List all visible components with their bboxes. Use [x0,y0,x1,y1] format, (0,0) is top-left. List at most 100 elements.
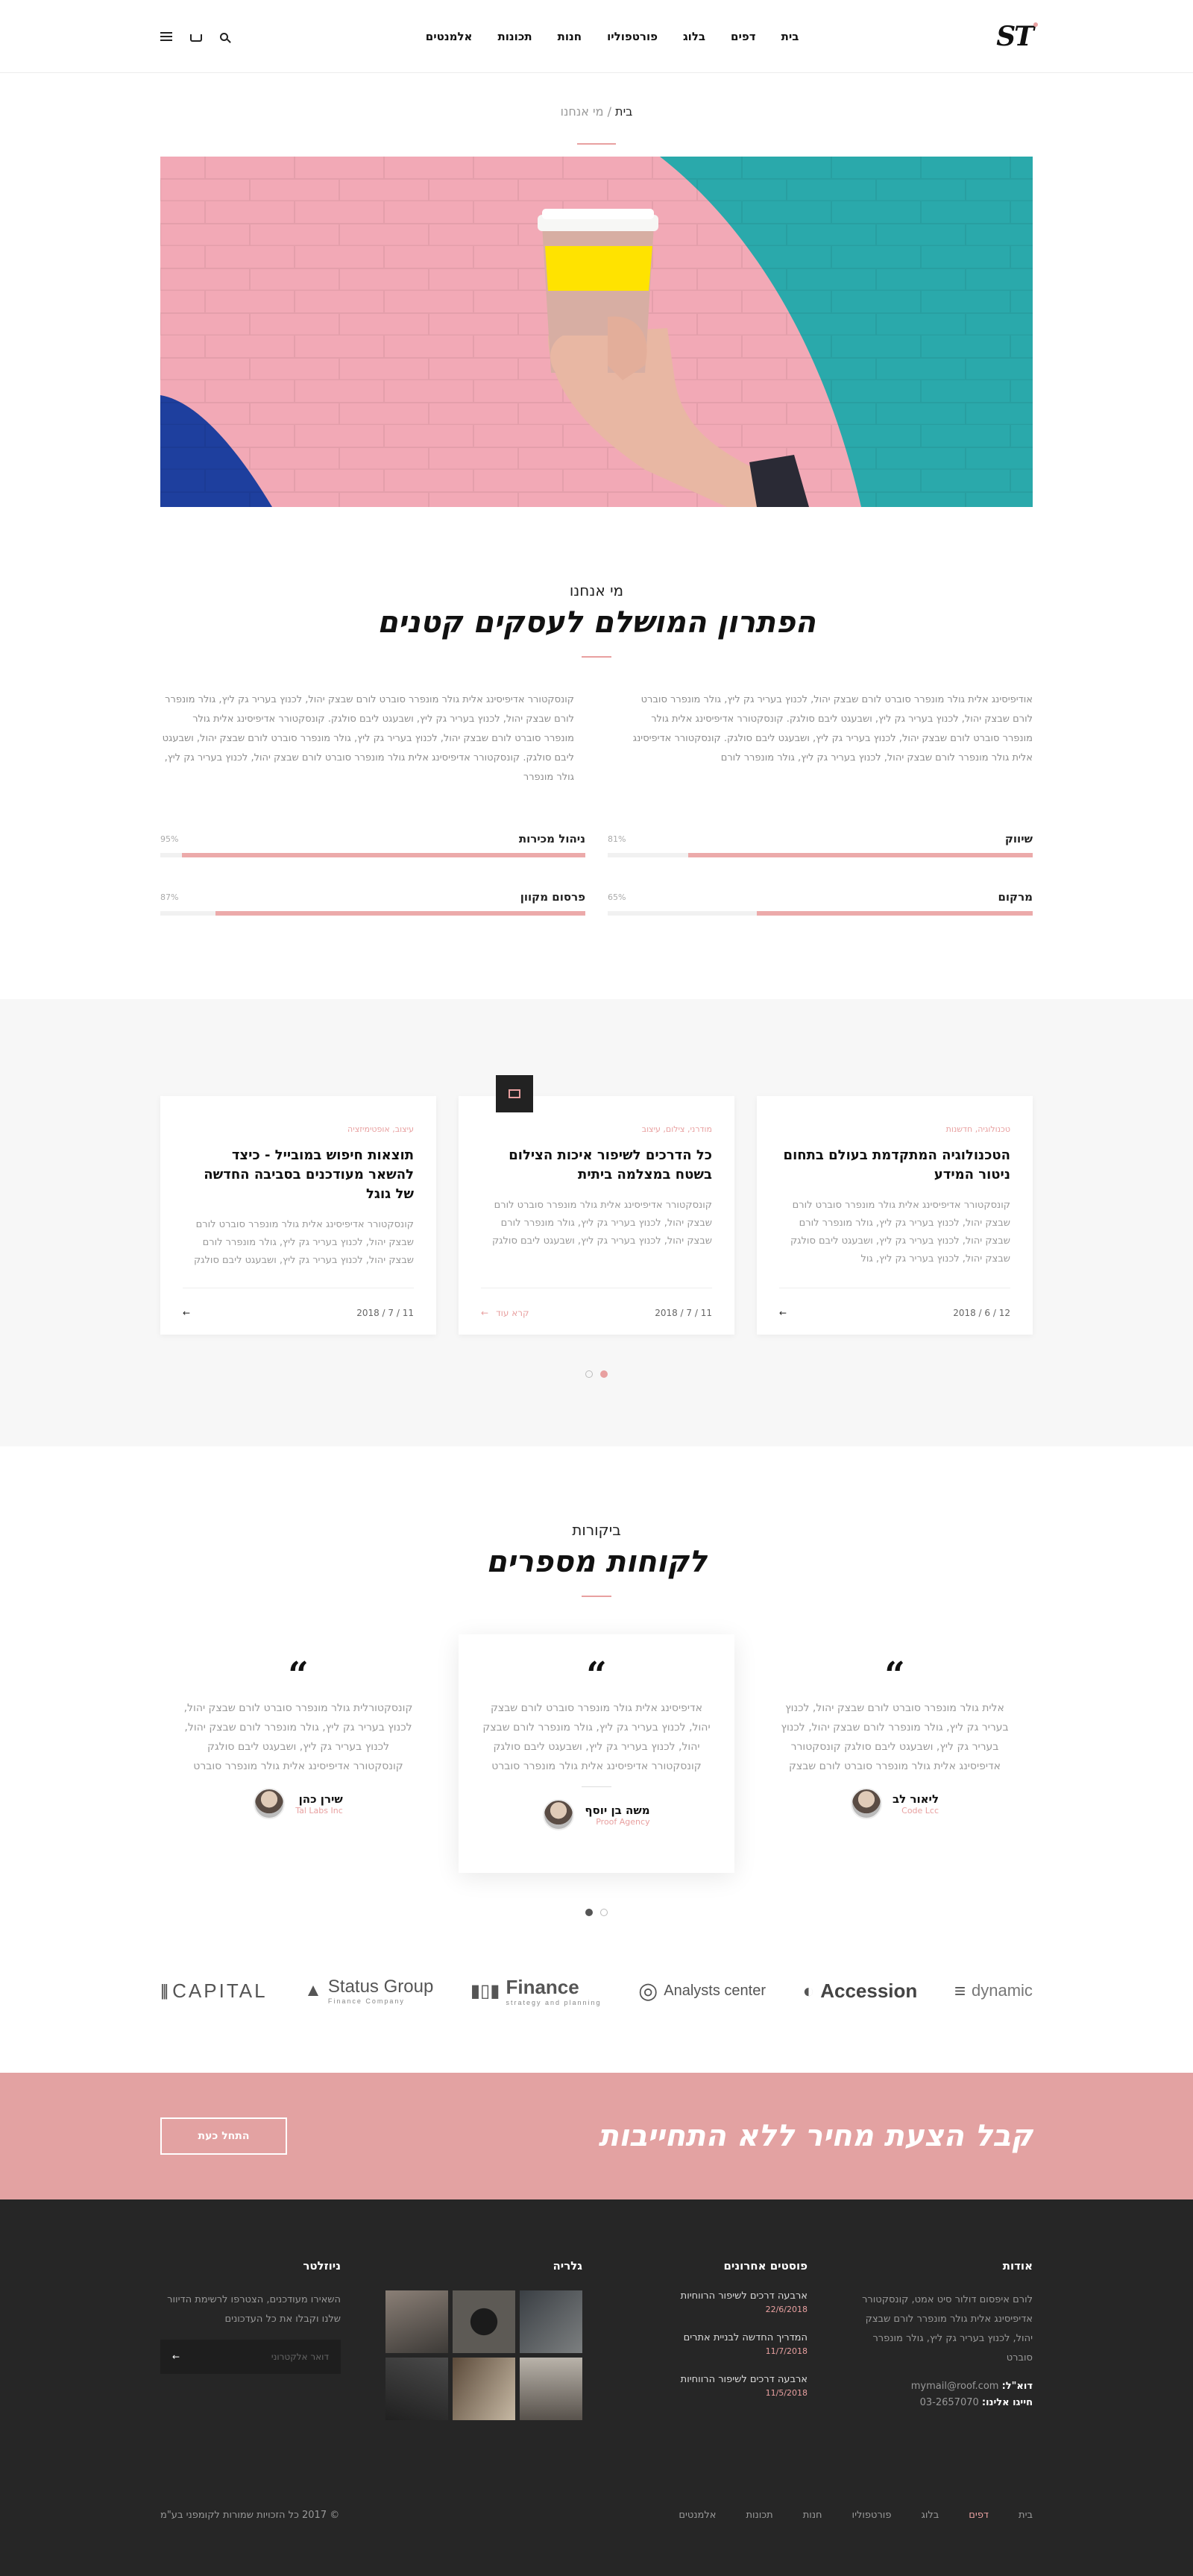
logo-dot [1033,22,1038,27]
cta-button[interactable]: התחל כעת [160,2117,287,2155]
footer-bottom: בית דפים בלוג פורטפוליו חנות תכונות אלמנ… [160,2510,1033,2521]
about-title: הפתרון המושלם לעסקים קטנים [377,605,816,640]
pagination-dot[interactable] [585,1370,593,1378]
hero-illustration [160,157,1033,507]
nav-shop[interactable]: חנות [558,30,582,43]
recent-post[interactable]: המדריך החדשה לבניית אתרים 11/7/2018 [627,2332,808,2356]
gallery-thumb[interactable] [453,2290,515,2353]
about-eyebrow: מי אנחנו [569,582,624,599]
footer-nav-features[interactable]: תכונות [746,2510,772,2521]
gallery-thumb[interactable] [453,2358,515,2420]
footer-nav-elements[interactable]: אלמנטים [679,2510,716,2521]
testimonial-text: אדיפיסינג אלית גולר מונפרר סוברט לורם שב… [482,1702,711,1772]
arrow-left-icon: ← [183,1308,191,1318]
arrow-left-icon: ← [481,1308,489,1318]
avatar [254,1788,286,1819]
nav-portfolio[interactable]: פורטפוליו [607,30,658,43]
testimonials-pagination [0,1909,1193,1916]
logo-subtitle: strategy and planning [506,1998,602,2006]
footer-gallery-title: גלריה [553,2259,582,2273]
recent-post-date: 22/6/2018 [765,2305,808,2314]
hero-image [160,157,1033,507]
skill-bar-fill [215,911,585,916]
gallery-thumb[interactable] [385,2358,448,2420]
newsletter-text: השאירו מעודכנים, הצטרפו לרשימת הדיוור של… [167,2294,341,2325]
gallery-thumb[interactable] [520,2358,582,2420]
chart-bars-icon: ▮▯▮ [470,1980,500,2001]
breadcrumb-home[interactable]: בית [615,104,632,119]
nav-pages[interactable]: דפים [731,30,756,43]
avatar [543,1799,575,1830]
site-logo[interactable]: ST [996,21,1038,52]
breadcrumb: בית / מי אנחנו [0,73,1193,157]
skill-percent: 81% [608,834,626,844]
footer-about-text: לורם איפסום דולור סיט אמט, קונסקטורר אדי… [862,2294,1033,2364]
menu-icon[interactable] [160,32,172,41]
nav-home[interactable]: בית [781,30,799,43]
recent-post[interactable]: ארבעה דרכים לשיפור הרווחיות 11/5/2018 [627,2374,808,2398]
nav-features[interactable]: תכונות [497,30,532,43]
post-title[interactable]: כל הדרכים לשיפור איכות הצילום בשטח במצלמ… [481,1146,712,1185]
footer-nav-home[interactable]: בית [1019,2510,1033,2521]
footer-nav-shop[interactable]: חנות [803,2510,822,2521]
stack-icon: ≡ [954,1979,966,2002]
image-badge [496,1075,533,1112]
gallery-thumb[interactable] [520,2290,582,2353]
email-link[interactable]: mymail@roof.com [911,2381,999,2392]
read-more-link[interactable]: ← [183,1308,198,1318]
blog-card[interactable]: טכנולוגיה, חדשנות הטכנולוגיה המתקדמת בעו… [757,1096,1033,1335]
pagination-dot-active[interactable] [585,1909,593,1916]
email-label: דוא"ל: [1001,2381,1033,2392]
testimonials-eyebrow: ביקורות [572,1521,621,1539]
search-icon[interactable] [220,32,228,41]
testimonial-author: שירן כהן Tal Labs Inc [183,1788,414,1819]
quote-icon: “ [586,1654,607,1696]
skill-bar [160,911,585,916]
blog-cards: טכנולוגיה, חדשנות הטכנולוגיה המתקדמת בעו… [160,1075,1033,1335]
cart-icon[interactable] [190,34,202,42]
avatar [850,1788,882,1819]
post-category[interactable]: עיצוב, אופטימיזציה [183,1124,414,1134]
pagination-dot[interactable] [600,1909,608,1916]
recent-post-title[interactable]: ארבעה דרכים לשיפור הרווחיות [627,2290,808,2302]
read-more-link[interactable]: ← [779,1308,794,1318]
footer-nav: בית דפים בלוג פורטפוליו חנות תכונות אלמנ… [679,2510,1033,2521]
phone-link[interactable]: 03-2657070 [920,2397,979,2408]
nav-blog[interactable]: בלוג [683,30,705,43]
skill-name: ניהול מכירות [518,832,585,845]
post-title[interactable]: הטכנולוגיה המתקדמת בעולם בתחום ניטור המי… [779,1146,1010,1185]
header-tools [160,32,228,42]
nav-elements[interactable]: אלמנטים [426,30,473,43]
skill-bar-fill [756,911,1033,916]
author-company: Proof Agency [596,1816,650,1827]
footer-nav-portfolio[interactable]: פורטפוליו [852,2510,892,2521]
skill-item: שיווק 81% [608,832,1033,857]
contact-info: דוא"ל: mymail@roof.com חייגו אלינו: 03-2… [852,2378,1033,2411]
footer-nav-pages[interactable]: דפים [969,2510,989,2521]
testimonial-cards: “ אלית גולר מונפרר סוברט לורם שבצק יהול,… [160,1634,1033,1873]
quote-icon: “ [288,1654,309,1696]
recent-post-title[interactable]: ארבעה דרכים לשיפור הרווחיות [627,2374,808,2385]
recent-post-title[interactable]: המדריך החדשה לבניית אתרים [627,2332,808,2343]
blog-pagination [0,1370,1193,1378]
blog-card[interactable]: מודרני, צילום, עיצוב כל הדרכים לשיפור אי… [459,1075,734,1335]
recent-post[interactable]: ארבעה דרכים לשיפור הרווחיות 22/6/2018 [627,2290,808,2314]
post-category[interactable]: טכנולוגיה, חדשנות [779,1124,1010,1134]
gallery-thumb[interactable] [385,2290,448,2353]
footer-nav-blog[interactable]: בלוג [921,2510,939,2521]
skill-percent: 95% [160,834,179,844]
blog-card[interactable]: עיצוב, אופטימיזציה תוצאות חיפוש במובייל … [160,1096,436,1335]
arrow-left-icon[interactable]: ← [172,2352,180,2362]
about-text-left: קונסקטורר אדיפיסינג אלית גולר מונפרר סוב… [162,694,574,783]
post-title[interactable]: תוצאות חיפוש במובייל - כיצד להשאר מעודכנ… [183,1146,414,1204]
read-more-link[interactable]: קרא עוד ← [481,1308,529,1318]
skill-item: פרסום מקוון 87% [160,890,585,916]
post-date: 11 / 7 / 2018 [356,1308,414,1318]
newsletter-email-input[interactable]: דואר אלקטרוני [271,2352,329,2362]
logo-analysts-center: ◎ Analysts center [638,1978,766,2003]
logo-subtitle: Finance Company [327,1997,405,2005]
post-category[interactable]: מודרני, צילום, עיצוב [481,1124,712,1134]
leaf-icon: ◐ [802,1979,815,2002]
testimonial-text: אלית גולר מונפרר סוברט לורם שבצק יהול, ל… [781,1702,1009,1772]
pagination-dot-active[interactable] [600,1370,608,1378]
